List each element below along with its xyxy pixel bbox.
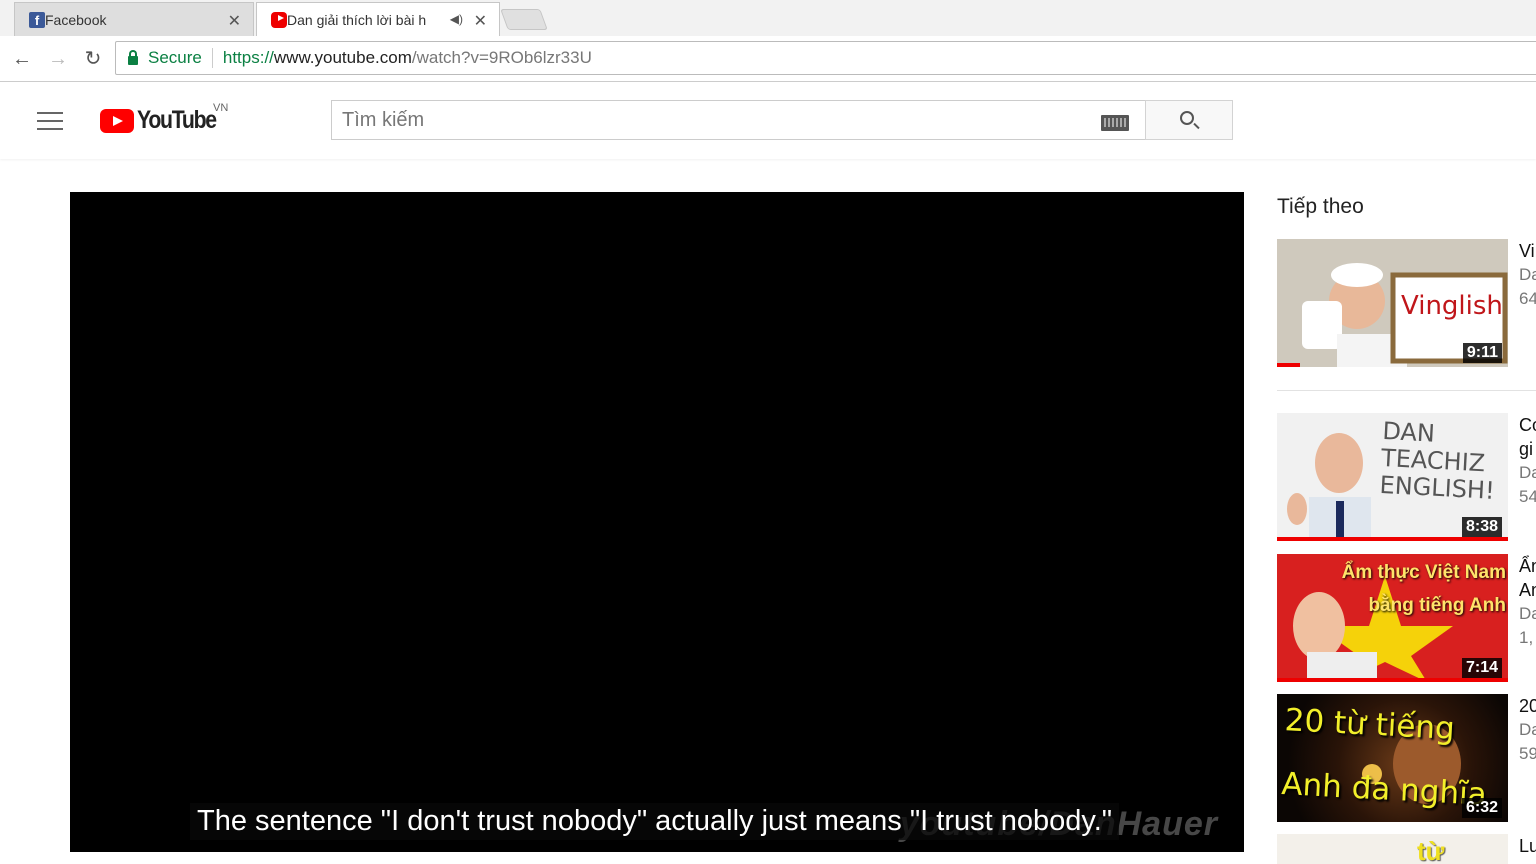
video-meta[interactable]: Co gi Da 54: [1519, 413, 1536, 509]
back-arrow-icon[interactable]: ←: [10, 48, 34, 70]
video-views: 1,: [1519, 628, 1534, 647]
recommended-video[interactable]: DAN TEACHIZ ENGLISH! 8:38 Co gi Da 54: [1277, 413, 1536, 543]
address-separator: [211, 48, 213, 68]
video-thumbnail[interactable]: Ẩm thực Việt Nam bằng tiếng Anh 7:14: [1277, 554, 1508, 682]
divider: [1277, 390, 1536, 391]
video-duration: 7:14: [1461, 658, 1502, 678]
video-title-line2: gi: [1519, 439, 1534, 459]
browser-toolbar: ← → ↻ Secure https:// www.youtube.com /w…: [0, 36, 1536, 82]
video-views: 64: [1519, 289, 1536, 308]
tab-facebook[interactable]: f Facebook ✕: [14, 2, 254, 36]
video-channel: Da: [1519, 265, 1536, 284]
youtube-header: YouTube VN: [0, 82, 1536, 159]
close-tab-icon[interactable]: ✕: [228, 11, 241, 31]
tab-title: Dan giải thích lời bài h: [287, 11, 427, 28]
new-tab-button[interactable]: [500, 9, 548, 30]
video-title: 20: [1519, 696, 1536, 716]
watched-progress-bar: [1277, 537, 1508, 541]
youtube-logo[interactable]: YouTube VN: [100, 102, 230, 135]
url-host: www.youtube.com: [273, 48, 412, 67]
address-bar[interactable]: Secure https:// www.youtube.com /watch?v…: [115, 41, 1536, 75]
video-channel: Da: [1519, 604, 1536, 623]
watched-progress-bar: [1277, 363, 1301, 367]
search-input[interactable]: [332, 108, 1072, 132]
video-meta[interactable]: Vi Da 64: [1519, 239, 1536, 311]
video-title: Lu: [1519, 836, 1536, 856]
tab-youtube[interactable]: Dan giải thích lời bài h ◀) ✕: [256, 2, 500, 36]
close-tab-icon[interactable]: ✕: [474, 11, 487, 31]
url-path: /watch?v=9ROb6lzr33U: [411, 48, 592, 67]
video-title-line2: An: [1519, 580, 1536, 600]
video-meta[interactable]: Ẩn An Da 1,: [1519, 554, 1536, 650]
video-duration: 8:38: [1461, 517, 1502, 537]
video-title: Ẩn: [1519, 556, 1536, 576]
search-box: [331, 100, 1145, 140]
search-icon: [1180, 111, 1194, 125]
video-thumbnail[interactable]: Vinglish 9:11: [1277, 239, 1508, 367]
watched-progress-bar: [1277, 678, 1508, 682]
recommended-video[interactable]: 20 từ tiếng Anh đa nghĩa 6:32 20 Da 59: [1277, 694, 1536, 824]
tab-title: Facebook: [45, 11, 107, 28]
url-scheme: https://: [222, 48, 274, 67]
facebook-favicon-icon: f: [29, 12, 45, 28]
browser-tabstrip: f Facebook ✕ Dan giải thích lời bài h ◀)…: [0, 0, 1536, 36]
audio-playing-icon[interactable]: ◀): [450, 12, 463, 26]
video-channel: Da: [1519, 463, 1536, 482]
search-button[interactable]: [1145, 100, 1233, 140]
video-thumbnail[interactable]: từ: [1277, 834, 1508, 864]
logo-text: YouTube: [137, 106, 217, 134]
video-title: Vi: [1519, 241, 1535, 261]
up-next-heading: Tiếp theo: [1277, 195, 1364, 218]
video-channel: Da: [1519, 720, 1536, 739]
thumbnail-text: DAN TEACHIZ ENGLISH!: [1378, 416, 1496, 505]
secure-label: Secure: [148, 48, 202, 67]
video-thumbnail[interactable]: DAN TEACHIZ ENGLISH! 8:38: [1277, 413, 1508, 541]
video-caption: The sentence "I don't trust nobody" actu…: [190, 803, 1120, 840]
video-meta[interactable]: Lu: [1519, 834, 1536, 858]
video-meta[interactable]: 20 Da 59: [1519, 694, 1536, 766]
video-views: 54: [1519, 487, 1536, 506]
thumbnail-text: từ: [1417, 836, 1445, 864]
video-player[interactable]: youtube/DanHauer The sentence "I don't t…: [70, 192, 1244, 852]
lock-icon: [128, 49, 138, 65]
reload-icon[interactable]: ↻: [81, 48, 105, 70]
video-title: Co: [1519, 415, 1536, 435]
video-duration: 9:11: [1462, 343, 1502, 363]
thumbnail-text: Vinglish: [1401, 291, 1503, 321]
keyboard-icon[interactable]: [1101, 115, 1129, 131]
video-thumbnail[interactable]: 20 từ tiếng Anh đa nghĩa 6:32: [1277, 694, 1508, 822]
youtube-favicon-icon: [271, 12, 287, 28]
video-duration: 6:32: [1461, 798, 1502, 818]
recommended-video[interactable]: Ẩm thực Việt Nam bằng tiếng Anh 7:14 Ẩn …: [1277, 554, 1536, 684]
thumbnail-text: Ẩm thực Việt Nam bằng tiếng Anh: [1341, 562, 1506, 616]
video-views: 59: [1519, 744, 1536, 763]
recommended-video[interactable]: Vinglish 9:11 Vi Da 64: [1277, 239, 1536, 369]
menu-icon[interactable]: [37, 112, 63, 130]
forward-arrow-icon[interactable]: →: [46, 48, 70, 70]
youtube-play-icon: [100, 108, 134, 133]
country-code: VN: [213, 102, 229, 114]
recommended-video[interactable]: từ Lu: [1277, 834, 1536, 864]
